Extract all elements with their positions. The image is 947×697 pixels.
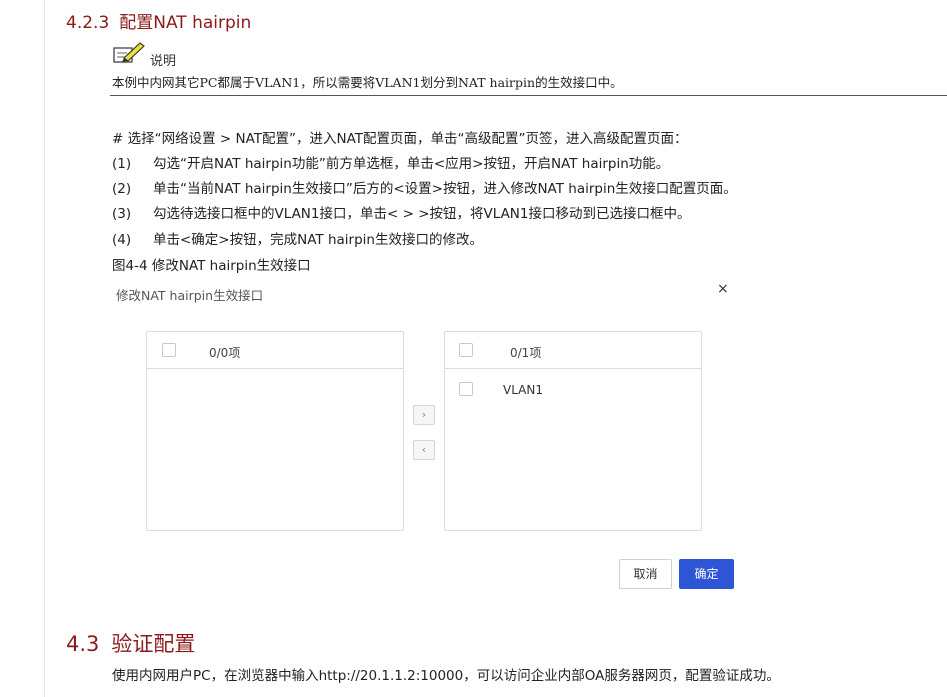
close-icon[interactable]: × (717, 281, 729, 297)
section-heading: 4.2.3 配置NAT hairpin (66, 8, 251, 33)
step-text: 勾选“开启NAT hairpin功能”前方单选框，单击<应用>按钮，开启NAT … (153, 156, 670, 172)
section2-text: 使用内网用户PC，在浏览器中输入http://20.1.1.2:10000，可以… (112, 668, 780, 684)
interface-checkbox-vlan1[interactable] (459, 382, 473, 396)
section2-number: 4.3 (66, 632, 100, 656)
note-divider (110, 95, 947, 96)
interface-label-vlan1: VLAN1 (503, 383, 543, 397)
step-number: (2) (112, 181, 132, 197)
step-number: (1) (112, 156, 132, 172)
step-item: (2) 单击“当前NAT hairpin生效接口”后方的<设置>按钮，进入修改NA… (112, 177, 737, 197)
move-right-button[interactable]: › (413, 405, 435, 425)
move-left-button[interactable]: ‹ (413, 440, 435, 460)
step-item: (1) 勾选“开启NAT hairpin功能”前方单选框，单击<应用>按钮，开启N… (112, 152, 669, 172)
note-pencil-icon (113, 42, 145, 63)
steps-intro: # 选择“网络设置 > NAT配置”，进入NAT配置页面，单击“高级配置”页签，… (112, 131, 688, 147)
select-all-available-checkbox[interactable] (162, 343, 176, 357)
page-left-rule (44, 0, 45, 697)
section-number: 4.2.3 (66, 13, 110, 33)
dialog-title: 修改NAT hairpin生效接口 (116, 288, 264, 303)
section2-title: 验证配置 (111, 632, 196, 656)
step-number: (4) (112, 232, 132, 248)
select-all-selected-checkbox[interactable] (459, 343, 473, 357)
confirm-button[interactable]: 确定 (679, 559, 734, 589)
step-text: 单击“当前NAT hairpin生效接口”后方的<设置>按钮，进入修改NAT h… (153, 181, 737, 197)
note-text: 本例中内网其它PC都属于VLAN1，所以需要将VLAN1划分到NAT hairp… (112, 75, 623, 90)
cancel-button[interactable]: 取消 (619, 559, 672, 589)
selected-count: 0/1项 (510, 346, 542, 360)
step-item: (3) 勾选待选接口框中的VLAN1接口，单击< > >按钮，将VLAN1接口移动… (112, 202, 691, 222)
note-label: 说明 (150, 54, 177, 69)
step-text: 勾选待选接口框中的VLAN1接口，单击< > >按钮，将VLAN1接口移动到已选… (153, 206, 691, 222)
section2-heading: 4.3 验证配置 (66, 628, 195, 658)
available-count: 0/0项 (209, 346, 241, 360)
step-number: (3) (112, 206, 132, 222)
step-item: (4) 单击<确定>按钮，完成NAT hairpin生效接口的修改。 (112, 228, 483, 248)
step-text: 单击<确定>按钮，完成NAT hairpin生效接口的修改。 (153, 232, 483, 248)
figure-caption: 图4-4 修改NAT hairpin生效接口 (112, 258, 311, 274)
selected-interfaces-panel: 0/1项 VLAN1 (444, 331, 702, 531)
section-title: 配置NAT hairpin (119, 13, 252, 33)
selected-panel-header: 0/1项 (445, 332, 701, 369)
available-interfaces-panel: 0/0项 (146, 331, 404, 531)
available-panel-header: 0/0项 (147, 332, 403, 369)
